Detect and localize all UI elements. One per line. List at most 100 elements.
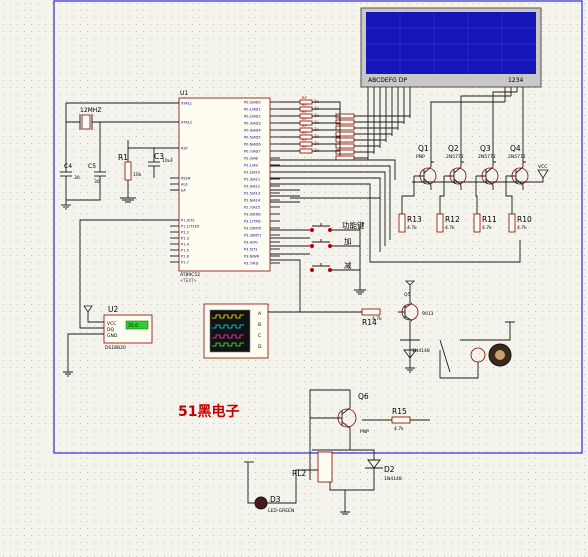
resnet-val: 1k (314, 113, 320, 118)
scope-pin-c: C (258, 333, 261, 339)
mcu-right-pin-label: P2.6/A14 (244, 199, 261, 203)
q5-part: 9013 (422, 311, 434, 317)
display-segments-label: ABCDEFG DP (368, 77, 407, 84)
button-3[interactable]: 减 (310, 260, 360, 272)
mcu-left-pin-label: P1.3 (181, 237, 189, 241)
mcu-left-pin-label: PSEN (181, 177, 191, 181)
capacitor-c4[interactable]: C4 30 (60, 163, 80, 181)
motor-driver[interactable]: R14 4.7k Q5 9013 1N4148 (361, 285, 515, 379)
transistor-type: PNP (416, 154, 425, 160)
resnet-resistor[interactable] (299, 148, 313, 154)
crystal[interactable]: 12MHZ (79, 107, 101, 130)
base-resistor-r11[interactable]: R114.7k (473, 176, 497, 233)
resnet-2-resistor[interactable] (335, 125, 355, 131)
transistor-q2[interactable]: Q22N5772 (444, 144, 467, 190)
transistor-q1[interactable]: Q1PNP (414, 144, 437, 190)
transistor-ref: Q1 (418, 144, 429, 153)
button-label: 功能键 (342, 220, 365, 230)
ground-symbol (61, 204, 71, 210)
mcu-left-pin-label: P1.1/T2EX (181, 225, 200, 229)
mcu-text: <TEXT> (180, 278, 197, 283)
mcu-left-pin-label: P1.2 (181, 231, 189, 235)
transistor-ref: Q4 (510, 144, 521, 153)
resnet-val: 1k (314, 141, 320, 146)
base-resistor-ref: R11 (482, 215, 497, 224)
button-1[interactable]: 功能键 (310, 220, 365, 232)
sensor-line-gnd: GND (107, 333, 118, 339)
vcc-label: VCC (538, 164, 547, 170)
base-resistor-r10[interactable]: R104.7k (505, 176, 532, 233)
base-resistor-ref: R10 (517, 215, 532, 224)
mcu-right-pin-label: P3.5/T1 (244, 248, 258, 252)
mcu-right-pin-label: P0.5/AD5 (244, 136, 261, 140)
mcu-left-pin-label: XTAL1 (181, 102, 192, 106)
scope-pin-d: D (258, 344, 262, 350)
schematic-svg: ABCDEFG DP 1234 U1 AT89C52 <TEXT> XTAL1X… (53, 0, 583, 515)
display-digits-label: 1234 (508, 77, 523, 84)
mcu-right-pin-label: P3.2/INT0 (244, 227, 262, 231)
r1-ref: R1 (118, 153, 128, 162)
mcu-right-pin-label: P3.6/WR (244, 255, 260, 259)
resnet-2-resistor[interactable] (335, 131, 355, 137)
r15-ref: R15 (392, 407, 407, 416)
capacitor-c5[interactable]: C5 30 (88, 163, 106, 185)
resnet-2-resistor[interactable] (335, 137, 355, 143)
resnet-val: 1k (314, 106, 320, 111)
temp-sensor-u2[interactable]: 25.0 U2 VCC DQ GND DS18B20 (103, 305, 153, 351)
vcc-terminal: VCC (537, 164, 549, 179)
c4-ref: C4 (64, 163, 72, 170)
mcu-right-pin-label: P2.4/A12 (244, 185, 260, 189)
resnet-2-resistor[interactable] (335, 155, 355, 161)
watermark-title: 51黑电子 (178, 403, 239, 420)
transistor-ref: Q2 (448, 144, 459, 153)
mcu-u1[interactable]: U1 AT89C52 <TEXT> XTAL1XTAL2RSTPSENALEEA… (170, 90, 280, 283)
sensor-ref: U2 (108, 305, 118, 314)
d2-part: 1N4148 (384, 476, 402, 482)
q6-ref: Q6 (358, 392, 369, 401)
motor-diode-part: 1N4148 (412, 348, 430, 354)
relay-driver[interactable]: Q6 PNP R15 4.7k RL2 D2 1N4148 D3 LED-GRE… (244, 389, 430, 515)
resnet-val: 1k (314, 148, 320, 153)
base-resistor-val: 4.7k (407, 225, 417, 231)
transistor-q4[interactable]: Q42N5772 (506, 144, 529, 190)
sensor-part: DS18B20 (105, 345, 126, 351)
mcu-right-pin-label: P0.1/AD1 (244, 108, 261, 112)
mcu-left-pin-label: P1.0/T2 (181, 219, 195, 223)
resistor-network[interactable]: RP1kRP1kRP1kRP1kRP1kRP1kRP1kRP1k (280, 96, 410, 161)
transistor-q3[interactable]: Q32N5772 (476, 144, 499, 190)
base-resistor-val: 4.7k (445, 225, 455, 231)
mcu-left-pin-label: RST (181, 147, 189, 151)
mcu-left-pin-label: P1.5 (181, 249, 189, 253)
resistor-r1[interactable]: R1 10k (118, 153, 142, 181)
base-resistor-r13[interactable]: R134.7k (398, 176, 422, 233)
capacitor-c3[interactable]: C3 10uF (148, 152, 174, 167)
base-resistor-val: 4.7k (517, 225, 527, 231)
resnet-ref: RP (302, 96, 307, 100)
mcu-right-pin-label: P3.7/RD (244, 262, 259, 266)
resnet-val: 1k (314, 127, 320, 132)
display-module[interactable]: ABCDEFG DP 1234 (360, 7, 542, 88)
oscilloscope[interactable]: A B C D (203, 303, 269, 359)
transistor-ref: Q3 (480, 144, 491, 153)
base-resistor-val: 4.7k (482, 225, 492, 231)
base-resistor-r12[interactable]: R124.7k (436, 176, 460, 233)
button-2[interactable]: 加 (310, 236, 360, 248)
resnet-val: 1k (314, 99, 320, 104)
r14-val: 4.7k (372, 316, 382, 322)
digit-transistors[interactable]: Q1PNPR134.7kQ22N5772R124.7kQ32N5772R114.… (398, 88, 532, 233)
mcu-right-pin-label: P0.7/AD7 (244, 150, 261, 154)
mcu-right-pin-label: P0.2/AD2 (244, 115, 261, 119)
resnet-val: 1k (314, 120, 320, 125)
schematic-canvas[interactable]: ABCDEFG DP 1234 U1 AT89C52 <TEXT> XTAL1 X… (0, 0, 588, 557)
mcu-right-pin-label: P2.0/A8 (244, 157, 259, 161)
mcu-left-pin-label: P1.4 (181, 243, 190, 247)
crystal-label: 12MHZ (80, 107, 101, 114)
sensor-line-vcc: VCC (107, 321, 116, 327)
d2-ref: D2 (384, 465, 395, 474)
mcu-right-pin-label: P2.2/A10 (244, 171, 261, 175)
mcu-left-pin-label: P1.6 (181, 255, 190, 259)
sensor-line-dq: DQ (107, 327, 114, 333)
button-label: 加 (344, 236, 352, 246)
resnet-2-resistor[interactable] (335, 143, 355, 149)
base-resistor-ref: R12 (445, 215, 460, 224)
